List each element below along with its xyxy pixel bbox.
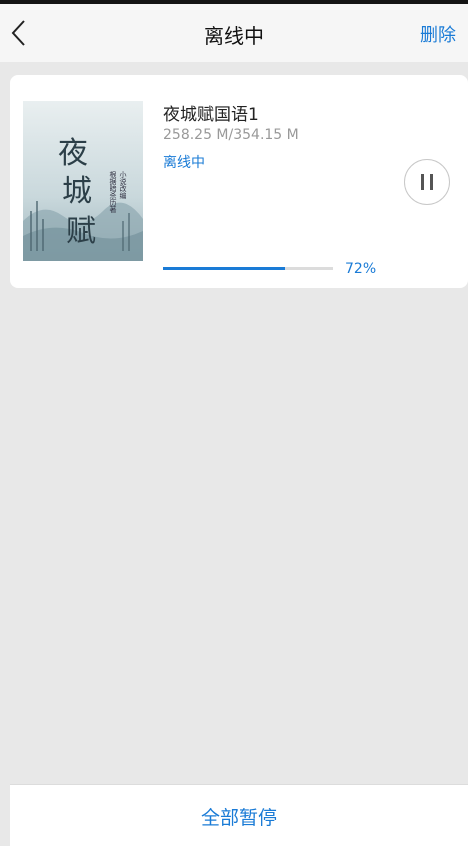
cover-subtitle: 根据暗杀历著 bbox=[109, 170, 117, 214]
pause-button[interactable] bbox=[404, 159, 450, 205]
cover-subtitle-2: 小说改编 bbox=[119, 170, 127, 200]
cover-title-char-1: 夜 bbox=[58, 136, 88, 171]
progress-percent: 72% bbox=[345, 261, 377, 277]
download-status: 离线中 bbox=[163, 155, 205, 171]
cover-title-char-3: 赋 bbox=[66, 214, 96, 249]
download-item[interactable]: 夜 城 赋 根据暗杀历著 小说改编 夜城赋国语1 258.25 M/354.15… bbox=[10, 75, 468, 288]
delete-button[interactable]: 删除 bbox=[420, 21, 456, 47]
bottom-bar: 全部暂停 bbox=[10, 784, 468, 846]
cover-artwork: 夜 城 赋 根据暗杀历著 小说改编 bbox=[23, 101, 143, 261]
cover-title-char-2: 城 bbox=[62, 174, 92, 209]
book-title: 夜城赋国语1 bbox=[163, 105, 259, 125]
book-cover: 夜 城 赋 根据暗杀历著 小说改编 bbox=[23, 101, 143, 261]
pause-all-button[interactable]: 全部暂停 bbox=[10, 803, 468, 830]
navigation-bar: 离线中 删除 bbox=[0, 4, 468, 62]
pause-icon bbox=[421, 174, 424, 190]
progress-bar bbox=[163, 267, 333, 270]
file-size: 258.25 M/354.15 M bbox=[163, 127, 299, 143]
page-title: 离线中 bbox=[204, 24, 264, 48]
progress-fill bbox=[163, 267, 286, 270]
pause-icon-bar bbox=[430, 174, 433, 190]
